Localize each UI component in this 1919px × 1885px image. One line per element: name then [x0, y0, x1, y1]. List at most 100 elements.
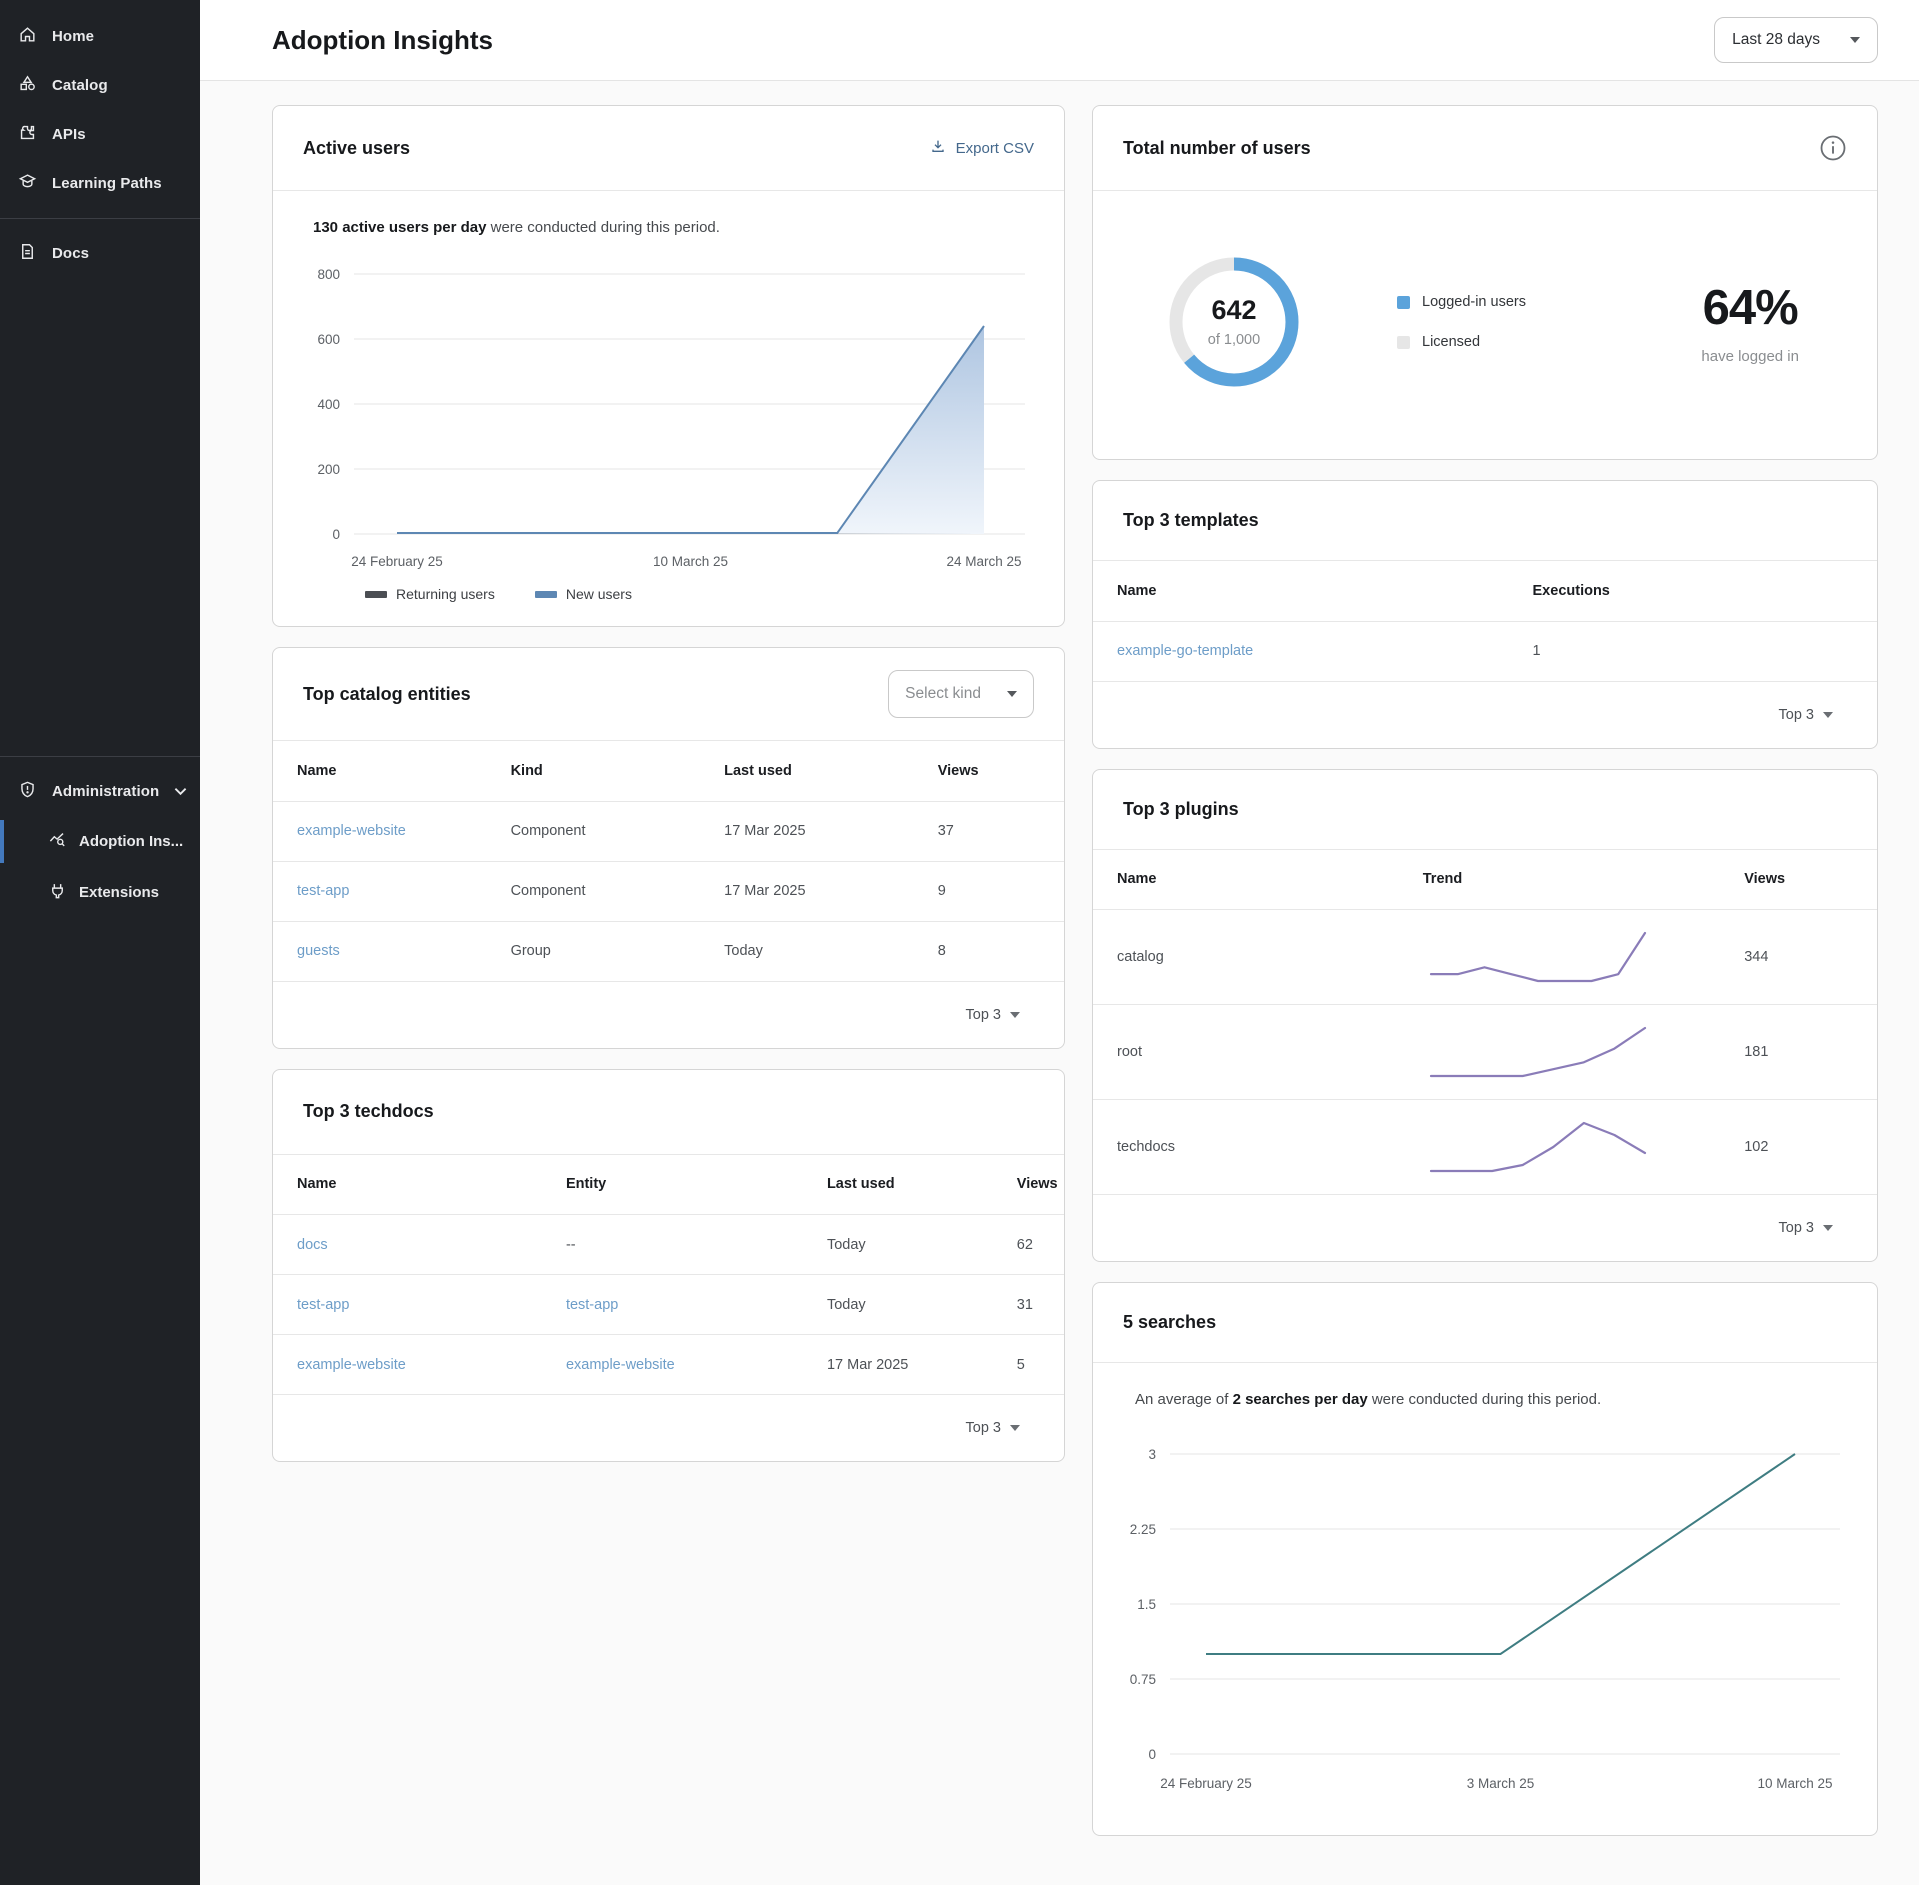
sidebar-spacer: [0, 278, 200, 746]
top-templates-card: Top 3 templates Name Executions example-…: [1092, 480, 1878, 749]
licensed-swatch: [1397, 336, 1410, 349]
sidebar-item-label: Extensions: [79, 884, 159, 901]
legend-item-logged-in: Logged-in users: [1397, 294, 1526, 310]
table-row: techdocs 102: [1093, 1100, 1877, 1195]
table-row: example-website Component 17 Mar 2025 37: [273, 801, 1064, 861]
active-users-card: Active users Export CSV 130 active users…: [272, 105, 1065, 627]
svg-text:3 March 25: 3 March 25: [1467, 1776, 1535, 1791]
top3-dropdown[interactable]: Top 3: [273, 982, 1064, 1048]
table-header-row: Name Kind Last used Views: [273, 741, 1064, 801]
table-row: root 181: [1093, 1005, 1877, 1100]
logged-in-percent-stat: 64% have logged in: [1701, 280, 1799, 365]
sidebar-item-label: APIs: [52, 126, 86, 143]
techdoc-link[interactable]: example-website: [297, 1357, 406, 1373]
sidebar-item-home[interactable]: Home: [0, 12, 200, 61]
docs-icon: [18, 242, 37, 265]
top3-dropdown[interactable]: Top 3: [1093, 682, 1877, 748]
table-row: example-go-template 1: [1093, 621, 1877, 681]
info-icon[interactable]: [1819, 134, 1847, 162]
sidebar-item-learning-paths[interactable]: Learning Paths: [0, 159, 200, 208]
sidebar-item-docs[interactable]: Docs: [0, 229, 200, 278]
table-header-row: Name Trend Views: [1093, 850, 1877, 910]
export-csv-button[interactable]: Export CSV: [930, 138, 1034, 158]
card-title: Active users: [303, 138, 410, 159]
table-row: guests Group Today 8: [273, 921, 1064, 981]
active-users-card-header: Active users Export CSV: [273, 106, 1064, 191]
shield-exclamation-icon: [18, 780, 37, 803]
legend-item-returning-users: Returning users: [365, 586, 495, 602]
top-catalog-entities-card: Top catalog entities Select kind Name Ki…: [272, 647, 1065, 1049]
adoption-insights-icon: [48, 830, 67, 853]
sidebar-item-label: Catalog: [52, 77, 108, 94]
date-range-select[interactable]: Last 28 days: [1714, 17, 1878, 63]
svg-text:600: 600: [317, 332, 340, 347]
apis-icon: [18, 123, 37, 146]
caret-down-icon: [1823, 1225, 1833, 1231]
percent-value: 64%: [1701, 280, 1799, 336]
sidebar-item-administration[interactable]: Administration: [0, 767, 200, 816]
entity-link[interactable]: test-app: [297, 883, 349, 899]
page-header: Adoption Insights Last 28 days: [200, 0, 1919, 81]
caret-down-icon: [1010, 1012, 1020, 1018]
sidebar-divider: [0, 218, 200, 219]
sidebar-item-adoption-insights[interactable]: Adoption Ins...: [0, 816, 200, 867]
right-column: Total number of users 642of 1,000 Logged…: [1092, 105, 1878, 1836]
sidebar-item-label: Home: [52, 28, 94, 45]
top3-dropdown[interactable]: Top 3: [273, 1395, 1064, 1461]
sidebar-item-label: Learning Paths: [52, 175, 162, 192]
top3-dropdown[interactable]: Top 3: [1093, 1195, 1877, 1261]
new-users-swatch: [535, 591, 557, 598]
catalog-entities-table: Name Kind Last used Views example-websit…: [273, 741, 1064, 982]
entity-link[interactable]: test-app: [566, 1297, 618, 1313]
logged-in-swatch: [1397, 296, 1410, 309]
table-row: example-website example-website 17 Mar 2…: [273, 1335, 1064, 1395]
top-techdocs-card: Top 3 techdocs Name Entity Last used Vie…: [272, 1069, 1065, 1463]
legend-item-licensed: Licensed: [1397, 334, 1526, 350]
top-catalog-entities-header: Top catalog entities Select kind: [273, 648, 1064, 741]
svg-text:2.25: 2.25: [1130, 1522, 1156, 1537]
legend-item-new-users: New users: [535, 586, 632, 602]
main-area: Adoption Insights Last 28 days Active us…: [200, 0, 1919, 1885]
card-title: Total number of users: [1123, 138, 1311, 159]
table-row: test-app Component 17 Mar 2025 9: [273, 861, 1064, 921]
sidebar-item-apis[interactable]: APIs: [0, 110, 200, 159]
table-header-row: Name Executions: [1093, 561, 1877, 621]
root-trend-sparkline: [1423, 1020, 1653, 1084]
logged-in-donut-chart: 642of 1,000: [1159, 247, 1309, 397]
download-icon: [930, 138, 946, 158]
entity-link[interactable]: guests: [297, 943, 340, 959]
table-row: docs -- Today 62: [273, 1215, 1064, 1275]
dashboard-content: Active users Export CSV 130 active users…: [200, 81, 1919, 1876]
sidebar-item-extensions[interactable]: Extensions: [0, 867, 200, 918]
svg-text:0: 0: [332, 527, 340, 542]
sidebar-item-catalog[interactable]: Catalog: [0, 61, 200, 110]
catalog-trend-sparkline: [1423, 925, 1653, 989]
card-title: Top 3 techdocs: [303, 1101, 434, 1122]
templates-table: Name Executions example-go-template 1: [1093, 561, 1877, 682]
returning-users-swatch: [365, 591, 387, 598]
top-templates-header: Top 3 templates: [1093, 481, 1877, 561]
card-title: 5 searches: [1123, 1312, 1216, 1333]
entity-link[interactable]: example-website: [566, 1357, 675, 1373]
svg-text:10 March 25: 10 March 25: [1757, 1776, 1832, 1791]
entity-link[interactable]: example-website: [297, 823, 406, 839]
top-techdocs-header: Top 3 techdocs: [273, 1070, 1064, 1155]
techdocs-trend-sparkline: [1423, 1115, 1653, 1179]
svg-text:10 March 25: 10 March 25: [653, 554, 728, 569]
svg-text:0.75: 0.75: [1130, 1672, 1156, 1687]
techdoc-link[interactable]: docs: [297, 1237, 328, 1253]
sidebar: Home Catalog APIs Learning Paths Docs Ad…: [0, 0, 200, 1885]
techdoc-link[interactable]: test-app: [297, 1297, 349, 1313]
extensions-plug-icon: [48, 881, 67, 904]
techdocs-table: Name Entity Last used Views docs -- Toda…: [273, 1155, 1064, 1396]
caret-down-icon: [1850, 37, 1860, 43]
page-title: Adoption Insights: [272, 25, 493, 56]
template-link[interactable]: example-go-template: [1117, 643, 1253, 659]
select-kind-dropdown[interactable]: Select kind: [888, 670, 1034, 718]
searches-chart: 32.251.50.75024 February 253 March 2510 …: [1116, 1424, 1854, 1809]
svg-text:0: 0: [1148, 1747, 1156, 1762]
chevron-down-icon: [174, 783, 187, 800]
svg-text:24 February 25: 24 February 25: [1160, 1776, 1252, 1791]
total-users-body: 642of 1,000 Logged-in users Licensed: [1093, 191, 1877, 459]
sidebar-item-label: Administration: [52, 783, 159, 800]
